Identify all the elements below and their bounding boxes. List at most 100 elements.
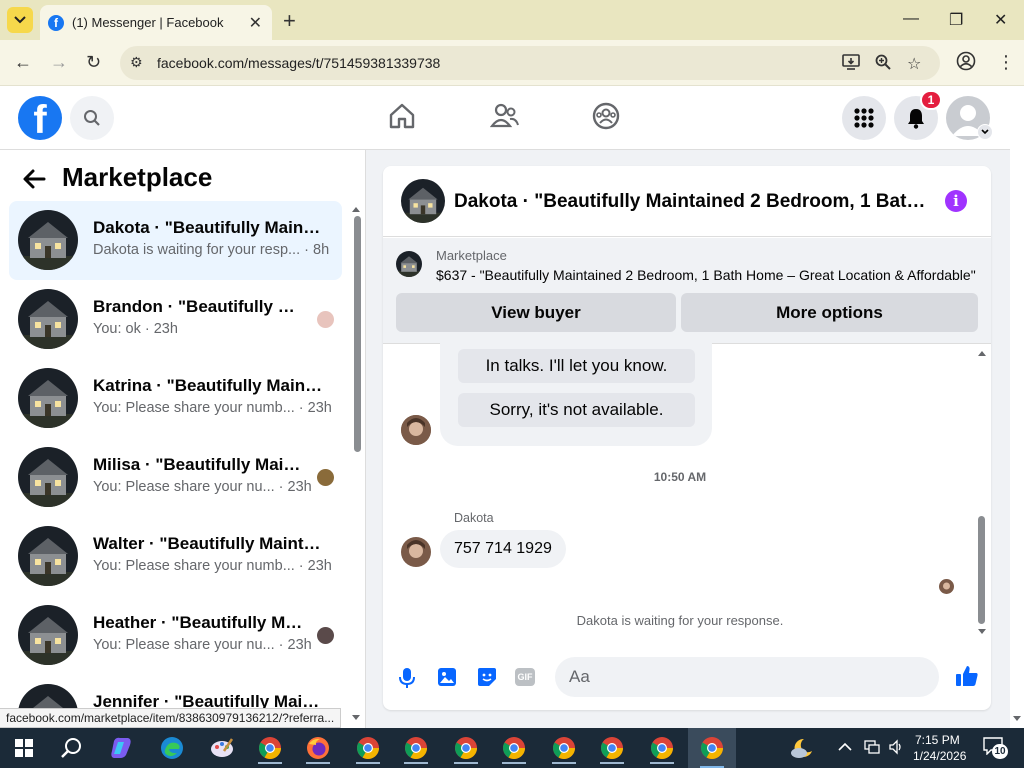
edge-icon[interactable]	[152, 732, 192, 764]
omnibox[interactable]: ⚙ facebook.com/messages/t/75145938133973…	[120, 46, 940, 80]
paint-icon[interactable]	[202, 732, 242, 764]
notification-count-badge: 10	[992, 744, 1008, 759]
chrome-icon[interactable]	[396, 732, 436, 764]
conversation-list-scroll-thumb[interactable]	[354, 216, 361, 452]
chrome-icon[interactable]	[348, 732, 388, 764]
friends-icon[interactable]	[489, 102, 520, 135]
conversation-item[interactable]: Dakota · "Beautifully Maintained 2 Bedro…	[9, 201, 342, 280]
seen-avatar	[317, 627, 334, 644]
conversation-item[interactable]: Heather · "Beautifully Maintained 2 Bedr…	[9, 596, 342, 675]
conversation-item[interactable]: Brandon · "Beautifully Maintained 2 Bedr…	[9, 280, 342, 359]
search-icon	[84, 110, 100, 126]
weather-icon[interactable]	[782, 732, 822, 764]
facebook-favicon-icon: f	[48, 14, 64, 31]
quick-reply-button[interactable]: In talks. I'll let you know.	[458, 349, 695, 383]
bell-icon	[908, 109, 924, 129]
facebook-logo-icon[interactable]: f	[18, 96, 62, 140]
windows-logo-icon	[15, 739, 33, 757]
chrome-icon[interactable]	[494, 732, 534, 764]
chat-title[interactable]: Dakota · "Beautifully Maintained 2 Bedro…	[454, 191, 934, 213]
menu-button[interactable]	[842, 96, 886, 140]
thumbs-up-icon[interactable]	[955, 664, 979, 693]
listing-small-thumbnail	[396, 251, 422, 277]
chrome-icon[interactable]	[592, 732, 632, 764]
clock-date[interactable]: 1/24/2026	[913, 749, 966, 763]
chat-header: Dakota · "Beautifully Maintained 2 Bedro…	[383, 166, 991, 237]
conversation-preview: You: ok · 23h	[93, 321, 178, 337]
install-app-icon[interactable]	[842, 54, 860, 75]
reload-icon[interactable]: ↻	[86, 52, 101, 73]
chat-panel: Dakota · "Beautifully Maintained 2 Bedro…	[383, 166, 991, 710]
listing-thumbnail	[18, 289, 78, 349]
conversation-item[interactable]: Walter · "Beautifully Maintained 2 Bedro…	[9, 517, 342, 596]
message-timestamp: 10:50 AM	[653, 470, 707, 484]
network-icon[interactable]	[864, 740, 880, 757]
browser-menu-icon[interactable]: ⋮	[997, 52, 1015, 73]
back-icon[interactable]: ←	[14, 52, 32, 73]
copilot-icon[interactable]	[102, 732, 142, 764]
chat-scroll-thumb[interactable]	[978, 516, 985, 624]
bookmark-star-icon[interactable]: ☆	[907, 54, 921, 74]
conversation-preview: You: Please share your nu... · 23h	[93, 479, 312, 495]
zoom-icon[interactable]	[875, 54, 891, 75]
gif-icon[interactable]: GIF	[515, 668, 535, 686]
chrome-active-icon[interactable]	[688, 728, 736, 768]
listing-thumbnail	[18, 368, 78, 428]
chrome-profile-icon[interactable]	[250, 732, 290, 764]
search-button[interactable]	[70, 96, 114, 140]
profile-icon[interactable]	[956, 51, 976, 76]
start-button[interactable]	[4, 732, 44, 764]
sidebar-title: Marketplace	[62, 162, 213, 192]
chrome-icon[interactable]	[446, 732, 486, 764]
restore-icon[interactable]: ❐	[949, 10, 963, 30]
groups-icon[interactable]	[592, 102, 620, 135]
chevron-down-icon	[14, 16, 26, 24]
view-buyer-button[interactable]: View buyer	[396, 293, 676, 332]
account-chevron-icon[interactable]	[977, 124, 993, 140]
notification-center-icon[interactable]: 10	[983, 737, 1008, 759]
message-input[interactable]	[569, 667, 869, 687]
back-arrow-icon[interactable]	[22, 166, 46, 197]
tab-search-dropdown[interactable]	[7, 7, 33, 33]
new-tab-icon[interactable]: +	[283, 8, 296, 34]
conversation-preview: You: Please share your numb... · 23h	[93, 558, 332, 574]
conversation-name: Dakota · "Beautifully Maintained 2 Bedro…	[93, 218, 325, 237]
chrome-icon[interactable]	[642, 732, 682, 764]
chrome-icon[interactable]	[544, 732, 584, 764]
chat-listing-avatar[interactable]	[401, 179, 445, 223]
message-input-box[interactable]	[555, 657, 939, 697]
sender-name: Dakota	[454, 511, 494, 525]
conversation-item[interactable]: Katrina · "Beautifully Maintained 2 Bedr…	[9, 359, 342, 438]
microphone-icon[interactable]	[399, 667, 415, 694]
tray-chevron-icon[interactable]	[838, 739, 852, 756]
listing-description[interactable]: $637 - "Beautifully Maintained 2 Bedroom…	[436, 267, 976, 283]
clock-time[interactable]: 7:15 PM	[915, 733, 960, 747]
sticker-icon[interactable]	[477, 667, 497, 692]
firefox-icon[interactable]	[298, 732, 338, 764]
close-window-icon[interactable]: ✕	[994, 10, 1007, 30]
address-bar: ← → ↻ ⚙ facebook.com/messages/t/75145938…	[0, 40, 1024, 86]
url-text[interactable]: facebook.com/messages/t/751459381339738	[157, 55, 440, 71]
taskbar-search-icon[interactable]	[52, 732, 92, 764]
listing-label: Marketplace	[436, 248, 507, 263]
dakota-avatar[interactable]	[401, 537, 431, 567]
dakota-avatar[interactable]	[401, 415, 431, 445]
conversation-item[interactable]: Milisa · "Beautifully Maintained 2 Bedro…	[9, 438, 342, 517]
conversation-name: Brandon · "Beautifully Maintained 2 Bedr…	[93, 297, 305, 316]
more-options-button[interactable]: More options	[681, 293, 978, 332]
seen-avatar	[317, 469, 334, 486]
close-tab-icon[interactable]: ✕	[249, 13, 262, 33]
conversation-name: Katrina · "Beautifully Maintained 2 Bedr…	[93, 376, 325, 395]
minimize-icon[interactable]: —	[903, 10, 919, 28]
photo-icon[interactable]	[437, 667, 457, 692]
home-icon[interactable]	[388, 102, 416, 135]
message-bubble[interactable]: 757 714 1929	[440, 530, 566, 568]
forward-icon[interactable]: →	[50, 52, 68, 73]
site-settings-icon[interactable]: ⚙	[130, 54, 143, 71]
volume-icon[interactable]	[888, 739, 904, 758]
browser-tab[interactable]: f (1) Messenger | Facebook ✕	[40, 5, 272, 40]
page-scrollbar[interactable]	[1010, 86, 1024, 728]
info-icon[interactable]: i	[945, 190, 967, 212]
conversation-name: Walter · "Beautifully Maintained 2 Bedro…	[93, 534, 325, 553]
quick-reply-button[interactable]: Sorry, it's not available.	[458, 393, 695, 427]
